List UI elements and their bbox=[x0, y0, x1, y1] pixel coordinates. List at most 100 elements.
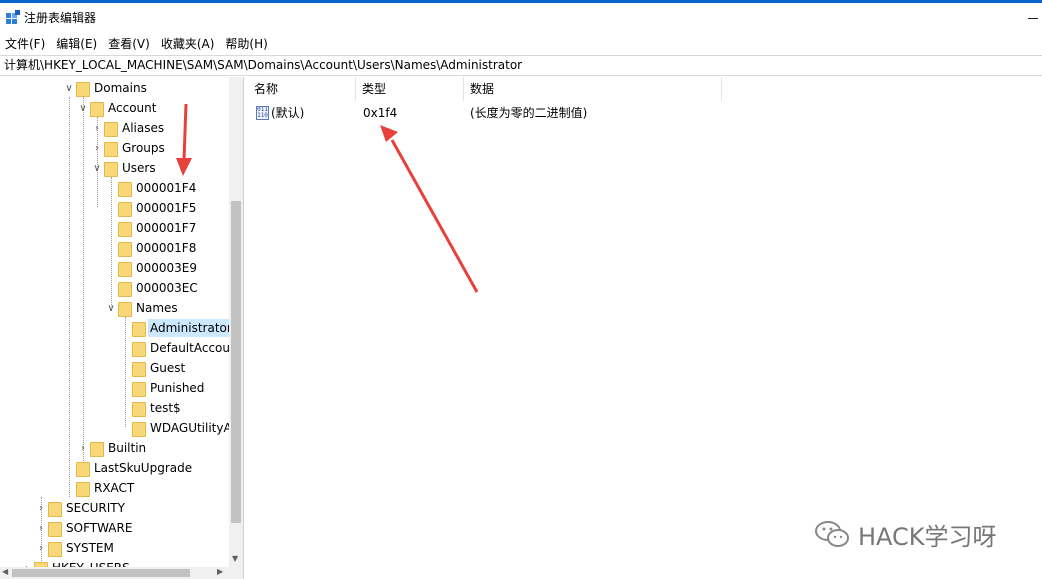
chevron-right-icon[interactable]: › bbox=[90, 138, 104, 158]
tree-item-label: Administrator bbox=[148, 319, 229, 337]
scrollbar-thumb[interactable] bbox=[231, 201, 241, 523]
folder-icon bbox=[118, 301, 132, 317]
tree-item-system[interactable]: › SYSTEM bbox=[34, 538, 116, 558]
tree-item-000003ec[interactable]: 000003EC bbox=[104, 278, 200, 298]
tree-item-security[interactable]: › SECURITY bbox=[34, 498, 127, 518]
tree-item-label: LastSkuUpgrade bbox=[94, 461, 193, 475]
folder-icon bbox=[76, 461, 90, 477]
tree-item-label: 000003E9 bbox=[136, 261, 198, 275]
chevron-down-icon[interactable]: ∨ bbox=[104, 298, 118, 318]
tree-vertical-scrollbar[interactable]: ▼ bbox=[229, 77, 243, 567]
tree-item-label: Domains bbox=[94, 81, 147, 95]
menu-help[interactable]: 帮助(H) bbox=[225, 35, 273, 53]
tree-pane: ∨ Domains ∨ Account › Aliases › Groups ∨… bbox=[0, 77, 243, 579]
list-item[interactable]: 011 110 (默认) 0x1f4 (长度为零的二进制值) bbox=[248, 103, 1042, 123]
title-bar: 注册表编辑器 bbox=[0, 0, 1042, 34]
menu-file[interactable]: 文件(F) bbox=[5, 35, 51, 53]
tree-item-groups[interactable]: › Groups bbox=[90, 138, 167, 158]
regedit-icon bbox=[6, 10, 20, 24]
binary-value-icon: 011 110 bbox=[256, 106, 269, 120]
folder-icon bbox=[118, 181, 132, 197]
chevron-down-icon[interactable]: ∨ bbox=[62, 78, 76, 98]
tree-connector bbox=[69, 97, 70, 497]
scroll-down-icon[interactable]: ▼ bbox=[232, 554, 238, 563]
tree-item-punished[interactable]: Punished bbox=[118, 378, 206, 398]
tree-item-label: 000001F8 bbox=[136, 241, 197, 255]
tree-connector bbox=[83, 97, 84, 475]
tree-item-users[interactable]: ∨ Users bbox=[90, 158, 158, 178]
folder-icon bbox=[90, 441, 104, 457]
tree-item-guest[interactable]: Guest bbox=[118, 358, 187, 378]
tree-item-label: WDAGUtilityAccount bbox=[150, 421, 229, 435]
watermark-text: HACK学习呀 bbox=[858, 522, 997, 551]
folder-icon bbox=[132, 321, 146, 337]
chevron-right-icon[interactable]: › bbox=[34, 498, 48, 518]
tree-item-hkey-users[interactable]: › HKEY_USERS bbox=[20, 558, 132, 567]
title-accent-line bbox=[0, 0, 1042, 3]
tree-horizontal-scrollbar[interactable]: ◀ ▶ bbox=[0, 567, 243, 579]
tree-item-label: SOFTWARE bbox=[66, 521, 133, 535]
chevron-down-icon[interactable]: ∨ bbox=[76, 98, 90, 118]
folder-icon bbox=[132, 361, 146, 377]
tree-item-wdagutilityaccount[interactable]: WDAGUtilityAccount bbox=[118, 418, 229, 438]
value-data: (长度为零的二进制值) bbox=[470, 106, 588, 120]
folder-icon bbox=[118, 241, 132, 257]
menu-view[interactable]: 查看(V) bbox=[108, 35, 156, 53]
tree-item-000001f7[interactable]: 000001F7 bbox=[104, 218, 198, 238]
tree-item-aliases[interactable]: › Aliases bbox=[90, 118, 166, 138]
folder-icon bbox=[76, 481, 90, 497]
tree-item-label: DefaultAccount bbox=[150, 341, 229, 355]
scrollbar-thumb[interactable] bbox=[12, 569, 190, 577]
menu-edit[interactable]: 编辑(E) bbox=[56, 35, 103, 53]
tree-item-label: RXACT bbox=[94, 481, 135, 495]
tree-item-label: Guest bbox=[150, 361, 186, 375]
registry-tree: ∨ Domains ∨ Account › Aliases › Groups ∨… bbox=[0, 77, 229, 567]
scroll-left-icon[interactable]: ◀ bbox=[2, 567, 8, 576]
chevron-right-icon[interactable]: › bbox=[76, 438, 90, 458]
tree-item-000001f8[interactable]: 000001F8 bbox=[104, 238, 198, 258]
chevron-right-icon[interactable]: › bbox=[34, 538, 48, 558]
tree-item-administrator[interactable]: Administrator bbox=[118, 318, 229, 338]
tree-item-account[interactable]: ∨ Account bbox=[76, 98, 158, 118]
values-list: 名称 类型 数据 011 110 (默认) 0x1f4 (长度为零的二进制值) bbox=[248, 77, 1042, 579]
folder-icon bbox=[132, 381, 146, 397]
menu-favorites[interactable]: 收藏夹(A) bbox=[161, 35, 221, 53]
tree-item-label: Users bbox=[122, 161, 156, 175]
chevron-right-icon[interactable]: › bbox=[90, 118, 104, 138]
address-bar[interactable]: 计算机\HKEY_LOCAL_MACHINE\SAM\SAM\Domains\A… bbox=[0, 55, 1042, 76]
tree-item-builtin[interactable]: › Builtin bbox=[76, 438, 148, 458]
tree-item-names[interactable]: ∨ Names bbox=[104, 298, 180, 318]
folder-icon bbox=[118, 281, 132, 297]
minimize-button[interactable] bbox=[1022, 8, 1042, 28]
column-header-type[interactable]: 类型 bbox=[356, 77, 464, 101]
folder-icon bbox=[132, 421, 146, 437]
chevron-right-icon[interactable]: › bbox=[34, 518, 48, 538]
tree-item-rxact[interactable]: RXACT bbox=[62, 478, 136, 498]
tree-item-domains[interactable]: ∨ Domains bbox=[62, 78, 149, 98]
tree-item-test[interactable]: test$ bbox=[118, 398, 183, 418]
scroll-right-icon[interactable]: ▶ bbox=[217, 567, 223, 576]
folder-icon bbox=[132, 341, 146, 357]
chevron-right-icon[interactable]: › bbox=[20, 558, 34, 568]
column-header-name[interactable]: 名称 bbox=[248, 77, 356, 101]
tree-item-lastskuupgrade[interactable]: LastSkuUpgrade bbox=[62, 458, 194, 478]
value-type: 0x1f4 bbox=[363, 106, 398, 120]
tree-item-label: Names bbox=[136, 301, 178, 315]
tree-item-label: SYSTEM bbox=[66, 541, 114, 555]
folder-icon bbox=[118, 201, 132, 217]
tree-item-label: Account bbox=[108, 101, 157, 115]
tree-item-software[interactable]: › SOFTWARE bbox=[34, 518, 134, 538]
tree-item-000001f5[interactable]: 000001F5 bbox=[104, 198, 198, 218]
column-header-data[interactable]: 数据 bbox=[464, 77, 722, 101]
tree-item-000001f4[interactable]: 000001F4 bbox=[104, 178, 198, 198]
tree-item-000003e9[interactable]: 000003E9 bbox=[104, 258, 199, 278]
chevron-down-icon[interactable]: ∨ bbox=[90, 158, 104, 178]
folder-icon bbox=[104, 121, 118, 137]
folder-icon bbox=[104, 141, 118, 157]
folder-icon bbox=[90, 101, 104, 117]
value-name: (默认) bbox=[271, 106, 305, 120]
tree-item-defaultaccount[interactable]: DefaultAccount bbox=[118, 338, 229, 358]
wechat-logo-icon bbox=[815, 521, 849, 547]
tree-item-label: 000003EC bbox=[136, 281, 198, 295]
list-header: 名称 类型 数据 bbox=[248, 77, 1042, 101]
